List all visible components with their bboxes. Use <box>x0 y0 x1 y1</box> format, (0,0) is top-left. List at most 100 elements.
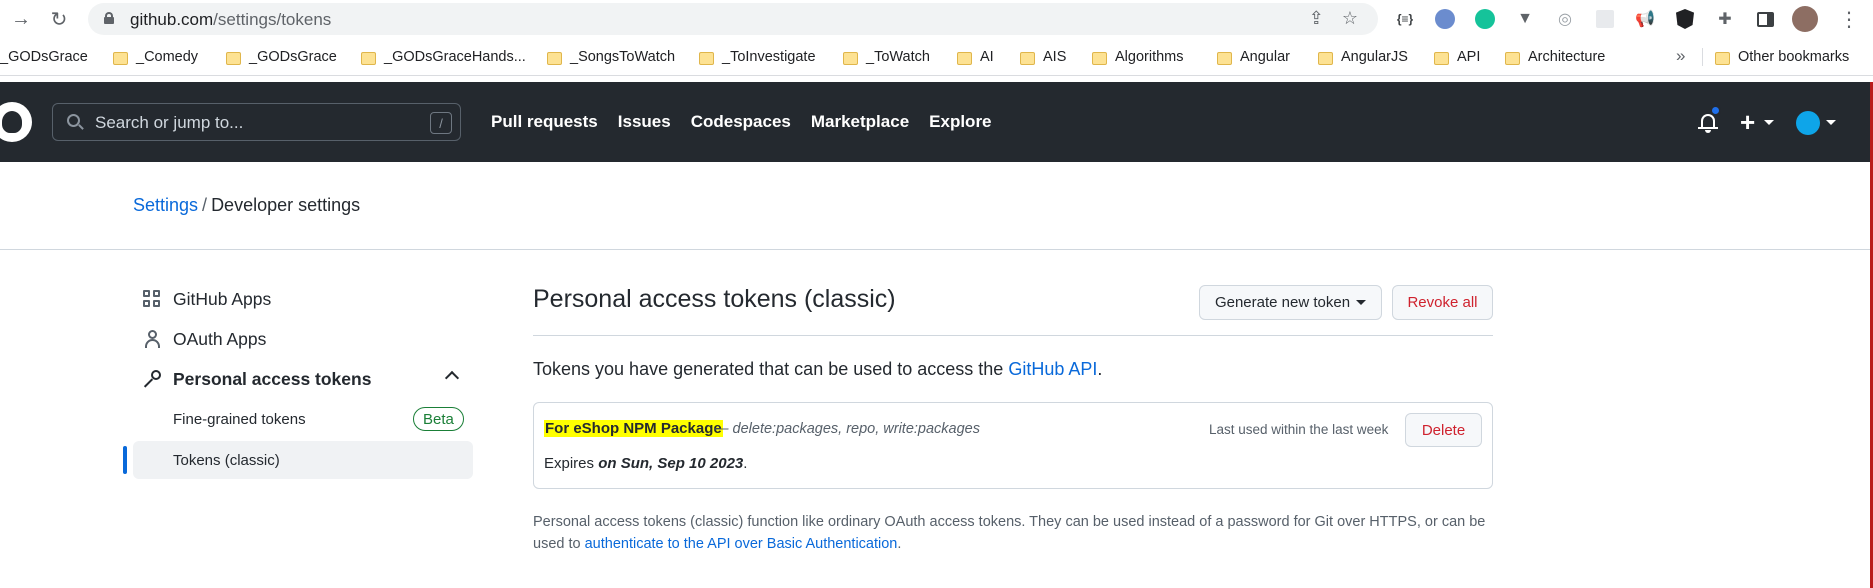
bookmark-folder[interactable]: _SongsToWatch <box>547 47 675 67</box>
bookmark-folder[interactable]: _Comedy <box>113 47 198 67</box>
profile-avatar-icon[interactable] <box>1792 6 1818 32</box>
sidebar-item-label: OAuth Apps <box>173 328 267 349</box>
footnote-end: . <box>897 536 902 552</box>
forward-icon[interactable]: → <box>8 6 34 32</box>
angular-devtools-icon[interactable] <box>1672 6 1698 32</box>
vue-devtools-icon[interactable]: ▼ <box>1512 6 1538 32</box>
lock-icon[interactable] <box>104 12 114 24</box>
json-extension-icon[interactable]: {≡} <box>1392 6 1418 32</box>
notification-indicator <box>1710 105 1721 116</box>
bookmarks-bar: _GODsGrace _Comedy _GODsGrace _GODsGrace… <box>0 38 1873 76</box>
sidebar-item-oauth-apps[interactable]: OAuth Apps <box>133 321 473 357</box>
bookmark-folder[interactable]: Algorithms <box>1092 47 1184 67</box>
key-icon <box>143 370 161 388</box>
folder-icon <box>1434 51 1449 65</box>
token-expiration: Expires on Sun, Sep 10 2023. <box>544 455 747 472</box>
expires-date: on Sun, Sep 10 2023 <box>598 455 744 472</box>
folder-icon <box>1020 51 1035 65</box>
token-list-item: For eShop NPM Package — delete:packages,… <box>533 402 1493 489</box>
bookmark-folder[interactable]: AngularJS <box>1318 47 1408 67</box>
github-header: Search or jump to... / Pull requests Iss… <box>0 82 1870 162</box>
address-bar[interactable]: github.com/settings/tokens ⇪ ☆ <box>88 3 1378 35</box>
nav-codespaces[interactable]: Codespaces <box>691 112 791 132</box>
nav-explore[interactable]: Explore <box>929 112 991 132</box>
folder-icon <box>361 51 376 65</box>
search-placeholder: Search or jump to... <box>95 113 244 132</box>
beta-badge: Beta <box>413 407 464 431</box>
folder-icon <box>1715 51 1730 65</box>
megaphone-icon[interactable]: 📢 <box>1632 6 1658 32</box>
search-icon <box>67 114 84 130</box>
token-last-used: Last used within the last week <box>1209 422 1389 437</box>
delete-token-button[interactable]: Delete <box>1405 413 1482 447</box>
create-new-button[interactable]: + <box>1740 107 1755 138</box>
bookmark-separator <box>1702 48 1703 66</box>
expires-label: Expires <box>544 455 595 472</box>
bookmark-star-icon[interactable]: ☆ <box>1342 8 1358 29</box>
bookmark-folder[interactable]: _GODsGrace <box>226 47 337 67</box>
url-text[interactable]: github.com/settings/tokens <box>130 10 331 30</box>
chevron-down-icon[interactable] <box>1764 120 1774 125</box>
header-nav: Pull requests Issues Codespaces Marketpl… <box>491 112 992 132</box>
grammarly-icon[interactable] <box>1472 6 1498 32</box>
token-name-link[interactable]: For eShop NPM Package <box>544 420 723 437</box>
github-logo-icon[interactable] <box>0 102 32 142</box>
reload-icon[interactable]: ↻ <box>46 6 72 32</box>
folder-icon <box>843 51 858 65</box>
divider <box>533 335 1493 336</box>
active-indicator <box>123 446 127 474</box>
nav-pull-requests[interactable]: Pull requests <box>491 112 598 132</box>
bookmark-folder[interactable]: AIS <box>1020 47 1066 67</box>
folder-icon <box>113 51 128 65</box>
chevron-down-icon <box>1356 300 1367 305</box>
breadcrumb: Settings / Developer settings <box>133 195 360 216</box>
generate-button-label: Generate new token <box>1214 294 1351 311</box>
bookmark-folder[interactable]: Architecture <box>1505 47 1605 67</box>
person-icon <box>143 330 161 348</box>
intro-text-body: Tokens you have generated that can be us… <box>533 359 1004 379</box>
generate-new-token-button[interactable]: Generate new token <box>1199 285 1382 320</box>
divider <box>0 249 1870 250</box>
sidebar-item-personal-access-tokens[interactable]: Personal access tokens <box>133 361 473 397</box>
extension-icon[interactable]: ◎ <box>1552 6 1578 32</box>
folder-icon <box>1318 51 1333 65</box>
basic-auth-link[interactable]: authenticate to the API over Basic Authe… <box>585 536 898 552</box>
user-avatar[interactable] <box>1796 111 1820 135</box>
bookmark-folder[interactable]: Angular <box>1217 47 1290 67</box>
search-input[interactable]: Search or jump to... / <box>52 103 461 141</box>
sidebar-item-tokens-classic[interactable]: Tokens (classic) <box>133 441 473 479</box>
browser-toolbar: → ↻ github.com/settings/tokens ⇪ ☆ {≡} ▼… <box>0 0 1873 38</box>
bookmark-folder[interactable]: _ToWatch <box>843 47 930 67</box>
nav-issues[interactable]: Issues <box>618 112 671 132</box>
extension-icon[interactable] <box>1432 6 1458 32</box>
side-panel-icon[interactable] <box>1752 6 1778 32</box>
apps-icon <box>143 290 161 308</box>
breadcrumb-current: Developer settings <box>211 195 361 215</box>
kebab-menu-icon[interactable]: ⋮ <box>1836 6 1862 32</box>
share-icon[interactable]: ⇪ <box>1309 8 1324 29</box>
bookmark-item[interactable]: _GODsGrace <box>0 47 88 67</box>
sidebar-item-label: GitHub Apps <box>173 288 272 309</box>
revoke-all-button[interactable]: Revoke all <box>1392 285 1493 320</box>
github-api-link[interactable]: GitHub API <box>1008 359 1097 379</box>
extension-icon[interactable] <box>1592 6 1618 32</box>
more-bookmarks-button[interactable]: » <box>1676 46 1685 66</box>
bookmark-folder[interactable]: API <box>1434 47 1480 67</box>
footnote: Personal access tokens (classic) functio… <box>533 511 1493 555</box>
folder-icon <box>1505 51 1520 65</box>
page-title: Personal access tokens (classic) <box>533 285 896 313</box>
other-bookmarks-folder[interactable]: Other bookmarks <box>1715 47 1849 67</box>
intro-text-end: . <box>1097 359 1103 379</box>
folder-icon <box>1217 51 1232 65</box>
folder-icon <box>1092 51 1107 65</box>
bookmark-folder[interactable]: _ToInvestigate <box>699 47 816 67</box>
bookmark-folder[interactable]: AI <box>957 47 994 67</box>
sidebar-subitem-label: Fine-grained tokens <box>173 410 306 428</box>
nav-marketplace[interactable]: Marketplace <box>811 112 909 132</box>
chevron-down-icon[interactable] <box>1826 120 1836 125</box>
bookmark-folder[interactable]: _GODsGraceHands... <box>361 47 526 67</box>
puzzle-icon[interactable]: ✚ <box>1712 6 1738 32</box>
sidebar-item-github-apps[interactable]: GitHub Apps <box>133 281 473 317</box>
breadcrumb-settings-link[interactable]: Settings <box>133 195 198 215</box>
folder-icon <box>957 51 972 65</box>
